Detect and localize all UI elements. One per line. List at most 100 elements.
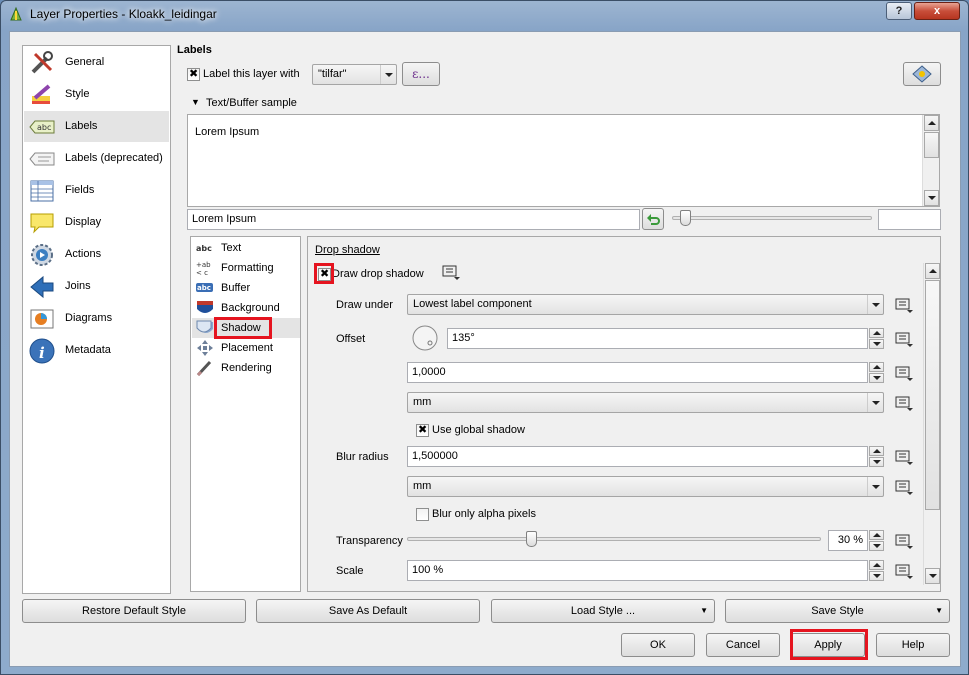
label-field-combo[interactable]: "tilfar" xyxy=(312,64,397,85)
subpanel-item-background[interactable]: Background xyxy=(192,298,300,318)
sample-text-input[interactable]: Lorem Ipsum xyxy=(187,209,640,230)
draw-under-combo[interactable]: Lowest label component xyxy=(407,294,884,315)
offset-angle-dial[interactable] xyxy=(411,324,439,352)
offset-angle-input[interactable]: 135° xyxy=(447,328,868,349)
data-defined-icon[interactable] xyxy=(893,394,915,412)
chevron-down-icon xyxy=(867,393,883,412)
close-title-button[interactable]: x xyxy=(914,2,960,20)
scroll-down-icon[interactable] xyxy=(924,190,939,206)
save-as-default-button[interactable]: Save As Default xyxy=(256,599,480,623)
blur-radius-spinner[interactable] xyxy=(869,446,884,467)
data-defined-icon[interactable] xyxy=(893,296,915,314)
data-defined-icon[interactable] xyxy=(893,532,915,550)
spin-down-icon[interactable] xyxy=(869,339,884,349)
sidebar-item-fields[interactable]: Fields xyxy=(24,175,169,206)
sidebar-item-display[interactable]: Display xyxy=(24,207,169,238)
blur-alpha-checkbox[interactable] xyxy=(416,508,429,521)
data-defined-icon[interactable] xyxy=(893,364,915,382)
blur-radius-input[interactable]: 1,500000 xyxy=(407,446,868,467)
offset-angle-spinner[interactable] xyxy=(869,328,884,349)
subpanel-item-buffer[interactable]: abc Buffer xyxy=(192,278,300,298)
svg-text:+ab: +ab xyxy=(196,261,211,269)
sidebar-item-style[interactable]: Style xyxy=(24,79,169,110)
sidebar-item-actions[interactable]: Actions xyxy=(24,239,169,270)
spin-down-icon[interactable] xyxy=(869,541,884,551)
spin-down-icon[interactable] xyxy=(869,571,884,581)
sidebar-item-label: Fields xyxy=(65,184,95,196)
scroll-thumb[interactable] xyxy=(924,132,939,158)
transparency-spinner[interactable] xyxy=(869,530,884,551)
sample-zoom-slider-thumb[interactable] xyxy=(680,210,691,226)
spin-up-icon[interactable] xyxy=(869,362,884,372)
chevron-down-icon: ▼ xyxy=(700,606,708,615)
restore-default-style-button[interactable]: Restore Default Style xyxy=(22,599,246,623)
subpanel-item-placement[interactable]: Placement xyxy=(192,338,300,358)
sidebar-item-labels[interactable]: abc Labels xyxy=(24,111,169,142)
shadow-highlight-box xyxy=(214,317,272,339)
save-style-button[interactable]: Save Style ▼ xyxy=(725,599,950,623)
cancel-button[interactable]: Cancel xyxy=(706,633,780,657)
spin-down-icon[interactable] xyxy=(869,457,884,467)
spin-up-icon[interactable] xyxy=(869,530,884,540)
transparency-slider-thumb[interactable] xyxy=(526,531,538,547)
tools-icon xyxy=(31,51,53,74)
draw-under-label: Draw under xyxy=(336,299,393,311)
reset-sample-button[interactable] xyxy=(642,208,664,230)
collapse-triangle-icon[interactable]: ▼ xyxy=(191,97,200,107)
load-style-label: Load Style ... xyxy=(570,605,636,617)
offset-distance-input[interactable]: 1,0000 xyxy=(407,362,868,383)
spin-up-icon[interactable] xyxy=(869,328,884,338)
scale-spinner[interactable] xyxy=(869,560,884,581)
rule-settings-button[interactable] xyxy=(903,62,941,86)
data-defined-icon[interactable] xyxy=(893,448,915,466)
title-bar[interactable]: Layer Properties - Kloakk_leidingar ? x xyxy=(1,1,968,27)
sample-zoom-slider-track[interactable] xyxy=(672,216,872,220)
sidebar-item-metadata[interactable]: i Metadata xyxy=(24,335,169,366)
diagram-icon xyxy=(30,309,54,329)
scroll-up-icon[interactable] xyxy=(924,115,939,131)
subpanel-item-label: Buffer xyxy=(221,282,251,294)
ok-button[interactable]: OK xyxy=(621,633,695,657)
help-title-button[interactable]: ? xyxy=(886,2,912,20)
offset-unit-combo[interactable]: mm xyxy=(407,392,884,413)
scroll-thumb[interactable] xyxy=(925,280,940,510)
subpanel-item-rendering[interactable]: Rendering xyxy=(192,358,300,378)
spin-up-icon[interactable] xyxy=(869,446,884,456)
subpanel-item-formatting[interactable]: +ab < c Formatting xyxy=(192,258,300,278)
chevron-down-icon xyxy=(867,295,883,314)
transparency-slider-track[interactable] xyxy=(407,537,821,541)
spin-down-icon[interactable] xyxy=(869,373,884,383)
load-style-button[interactable]: Load Style ... ▼ xyxy=(491,599,715,623)
data-defined-icon[interactable] xyxy=(893,562,915,580)
sidebar-item-label: Style xyxy=(65,88,90,100)
formatting-icon: +ab< c xyxy=(196,261,211,276)
background-shield-icon xyxy=(197,301,213,313)
sidebar-item-labels-deprecated[interactable]: Labels (deprecated) xyxy=(24,143,169,174)
help-button[interactable]: Help xyxy=(876,633,950,657)
data-defined-icon[interactable] xyxy=(440,263,462,281)
scroll-down-icon[interactable] xyxy=(925,568,940,584)
subpanel-item-text[interactable]: abc Text xyxy=(192,238,300,258)
label-layer-checkbox[interactable] xyxy=(187,67,200,81)
scale-input[interactable]: 100 % xyxy=(407,560,868,581)
sample-background-color[interactable] xyxy=(878,209,941,230)
blur-alpha-label: Blur only alpha pixels xyxy=(432,508,536,520)
data-defined-icon[interactable] xyxy=(893,478,915,496)
scroll-up-icon[interactable] xyxy=(925,263,940,279)
window-title: Layer Properties - Kloakk_leidingar xyxy=(30,7,217,21)
offset-distance-spinner[interactable] xyxy=(869,362,884,383)
use-global-shadow-checkbox[interactable] xyxy=(416,423,429,437)
preview-scrollbar[interactable] xyxy=(922,115,939,206)
sidebar-item-general[interactable]: General xyxy=(24,47,169,78)
blur-unit-combo[interactable]: mm xyxy=(407,476,884,497)
property-sidebar: General Style abc Labels Labels (depreca… xyxy=(22,45,171,594)
sidebar-item-label: General xyxy=(65,56,105,68)
expression-button[interactable]: ε... xyxy=(402,62,440,86)
sidebar-item-diagrams[interactable]: Diagrams xyxy=(24,303,169,334)
settings-scrollbar[interactable] xyxy=(923,263,940,585)
transparency-input[interactable]: 30 % xyxy=(828,530,868,551)
sidebar-item-joins[interactable]: Joins xyxy=(24,271,169,302)
data-defined-icon[interactable] xyxy=(893,330,915,348)
spin-up-icon[interactable] xyxy=(869,560,884,570)
draw-shadow-highlight-box xyxy=(314,263,334,284)
